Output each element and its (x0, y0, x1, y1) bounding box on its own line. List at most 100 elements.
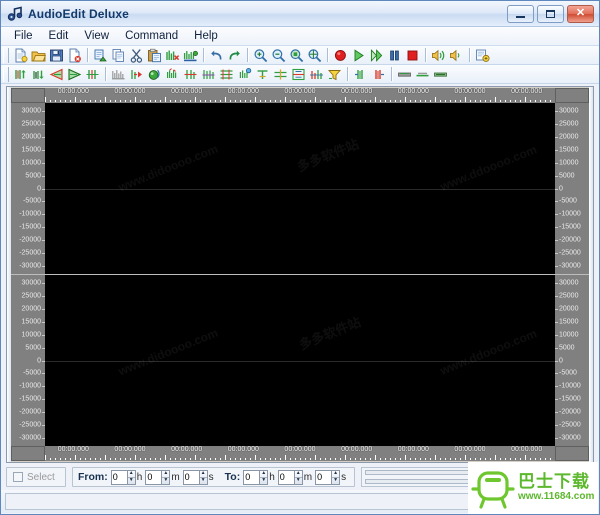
ruler-tick (355, 100, 356, 102)
close-button[interactable]: ✕ (567, 4, 594, 23)
ruler-tick (225, 97, 226, 102)
menu-item-view[interactable]: View (77, 28, 116, 44)
timeline-ruler-bottom[interactable]: 00:00.000 00:00.000 00:00.000 00:00.000 00:0… (45, 446, 555, 461)
minimize-button[interactable] (507, 4, 534, 23)
flanger-icon[interactable] (182, 66, 199, 82)
select-checkbox[interactable] (13, 472, 23, 482)
from-seconds-stepper[interactable]: ▲▼ (182, 469, 208, 485)
close-file-icon[interactable] (66, 47, 83, 63)
amplitude-scale-tick (555, 373, 558, 375)
ruler-label: 00:00.000 (341, 88, 373, 95)
channel-right[interactable]: www.didoooo.com 多多软件站 www.ddoooo.com (45, 275, 555, 446)
from-hours-arrows[interactable]: ▲ ▼ (126, 469, 136, 485)
ruler-tick (140, 458, 141, 460)
amplify-icon[interactable] (12, 66, 29, 82)
redo-icon[interactable] (226, 47, 243, 63)
to-minutes-input[interactable] (277, 469, 294, 485)
filter-icon[interactable] (326, 66, 343, 82)
phaser-icon[interactable] (200, 66, 217, 82)
paste-special-icon[interactable] (92, 47, 109, 63)
save-file-icon[interactable] (48, 47, 65, 63)
volume-up-icon[interactable] (430, 47, 447, 63)
trim-right-icon[interactable] (370, 66, 387, 82)
undo-icon[interactable] (208, 47, 225, 63)
to-minutes-stepper[interactable]: ▲▼ (277, 469, 303, 485)
equalizer-icon[interactable] (110, 66, 127, 82)
copy-icon[interactable] (110, 47, 127, 63)
toolbar-grip[interactable] (3, 66, 9, 82)
ruler-tick (495, 97, 496, 102)
to-seconds-arrows[interactable]: ▲ ▼ (331, 469, 341, 485)
noise-reduction-icon[interactable] (236, 66, 253, 82)
waveform-host[interactable]: 00:00.000 00:00.000 00:00.000 00:00.000 00:0… (11, 88, 589, 461)
volume-down-icon[interactable] (448, 47, 465, 63)
to-minutes-arrows[interactable]: ▲ ▼ (293, 469, 303, 485)
reverb-icon[interactable] (218, 66, 235, 82)
record-icon[interactable] (332, 47, 349, 63)
invert-icon[interactable] (84, 66, 101, 82)
fade-out-icon[interactable] (66, 66, 83, 82)
amplitude-scale-value: -30000 (19, 262, 41, 270)
zoom-in-icon[interactable] (252, 47, 269, 63)
position-slider[interactable] (365, 479, 478, 484)
time-stretch-icon[interactable] (272, 66, 289, 82)
open-file-icon[interactable] (30, 47, 47, 63)
menu-item-edit[interactable]: Edit (42, 28, 76, 44)
normalize-icon[interactable] (30, 66, 47, 82)
pitch-shift-icon[interactable] (254, 66, 271, 82)
play-selection-icon[interactable] (368, 47, 385, 63)
amplitude-scale-value: -15000 (19, 223, 41, 231)
menu-item-command[interactable]: Command (118, 28, 185, 44)
play-icon[interactable] (350, 47, 367, 63)
ruler-tick (180, 100, 181, 102)
to-seconds-unit: s (341, 471, 347, 483)
delete-selection-icon[interactable] (164, 47, 181, 63)
application-window: AudioEdit Deluxe ✕ File Edit View Comman… (0, 0, 600, 515)
append-icon[interactable] (432, 66, 449, 82)
from-minutes-stepper[interactable]: ▲▼ (145, 469, 171, 485)
from-seconds-input[interactable] (182, 469, 199, 485)
chorus-icon[interactable] (164, 66, 181, 82)
to-hours-arrows[interactable]: ▲ ▼ (259, 469, 269, 485)
insert-silence-icon[interactable] (396, 66, 413, 82)
from-seconds-arrows[interactable]: ▲ ▼ (198, 469, 208, 485)
silence-selection-icon[interactable] (414, 66, 431, 82)
select-group[interactable]: Select (6, 467, 66, 487)
zoom-selection-icon[interactable] (288, 47, 305, 63)
to-hours-stepper[interactable]: ▲▼ (243, 469, 269, 485)
pause-icon[interactable] (386, 47, 403, 63)
amplitude-scale-tick (555, 347, 558, 349)
amplitude-scale-tick (555, 136, 558, 138)
menu-item-file[interactable]: File (7, 28, 40, 44)
volume-slider[interactable] (365, 470, 478, 475)
from-minutes-input[interactable] (145, 469, 162, 485)
channel-mixer-icon[interactable] (290, 66, 307, 82)
zoom-full-icon[interactable] (306, 47, 323, 63)
to-seconds-input[interactable] (315, 469, 332, 485)
waveform-editor[interactable]: 00:00.000 00:00.000 00:00.000 00:00.000 00:0… (6, 86, 594, 463)
from-hours-input[interactable] (110, 469, 127, 485)
menu-item-help[interactable]: Help (187, 28, 225, 44)
from-hours-stepper[interactable]: ▲▼ (110, 469, 136, 485)
to-seconds-stepper[interactable]: ▲▼ (315, 469, 341, 485)
timeline-ruler-top[interactable]: 00:00.000 00:00.000 00:00.000 00:00.000 00:0… (45, 88, 555, 103)
echo-icon[interactable] (146, 66, 163, 82)
fade-in-icon[interactable] (48, 66, 65, 82)
paste-icon[interactable] (146, 47, 163, 63)
ruler-tick (95, 100, 96, 102)
mix-paste-icon[interactable] (182, 47, 199, 63)
settings-audio-icon[interactable] (474, 47, 491, 63)
stop-icon[interactable] (404, 47, 421, 63)
new-file-icon[interactable] (12, 47, 29, 63)
ruler-tick (550, 100, 551, 102)
vocal-remover-icon[interactable] (308, 66, 325, 82)
to-hours-input[interactable] (243, 469, 260, 485)
toolbar-grip[interactable] (3, 47, 9, 63)
maximize-button[interactable] (537, 4, 564, 23)
channel-left[interactable]: www.didoooo.com 多多软件站 www.ddoooo.com (45, 103, 555, 274)
cut-icon[interactable] (128, 47, 145, 63)
reverse-icon[interactable] (128, 66, 145, 82)
zoom-out-icon[interactable] (270, 47, 287, 63)
from-minutes-arrows[interactable]: ▲ ▼ (161, 469, 171, 485)
trim-left-icon[interactable] (352, 66, 369, 82)
